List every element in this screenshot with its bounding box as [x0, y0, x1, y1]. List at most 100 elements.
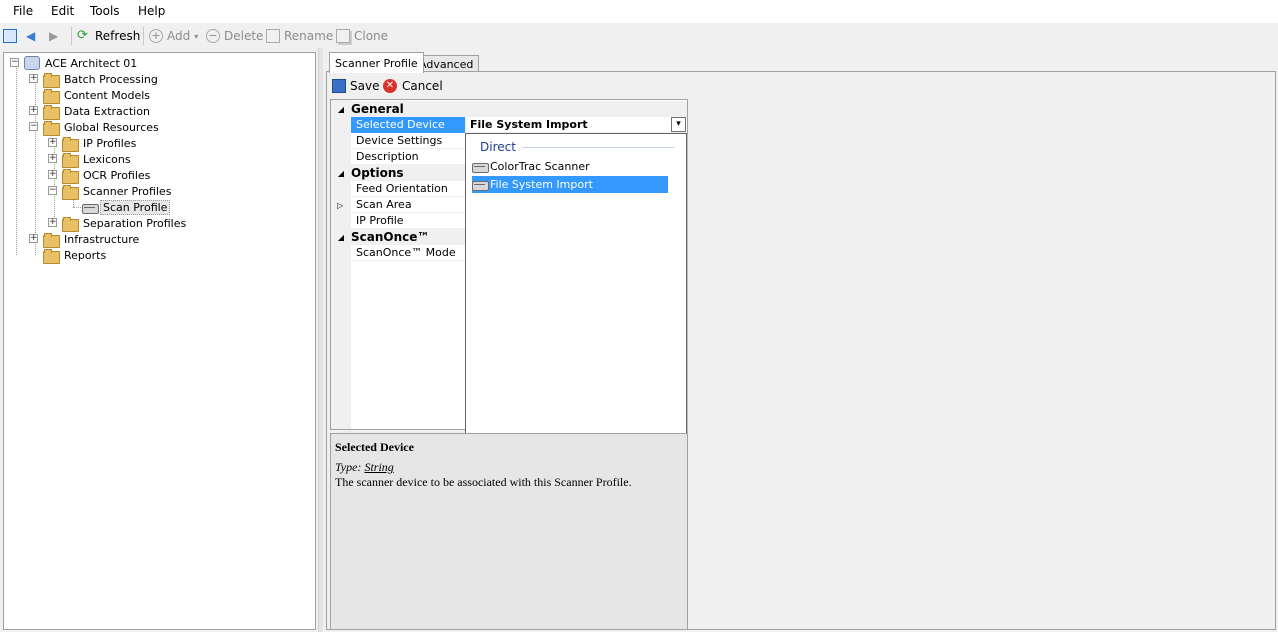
tree-label: Separation Profiles — [83, 216, 187, 230]
category-label: ScanOnce™ — [351, 230, 430, 244]
property-help-panel: Selected Device Type: String The scanner… — [330, 433, 688, 630]
collapse-icon[interactable]: − — [29, 122, 38, 131]
tree-label: ACE Architect 01 — [45, 56, 138, 70]
expand-icon[interactable]: + — [29, 234, 38, 243]
scanner-icon — [472, 161, 489, 173]
tree-node-scanner-profiles[interactable]: − Scanner Profiles — [44, 183, 173, 200]
tree-node-root[interactable]: − ACE Architect 01 — [6, 55, 139, 71]
category-general[interactable]: ◢ General — [331, 101, 687, 117]
rename-label: Rename — [284, 29, 334, 43]
tree-label: Reports — [64, 248, 107, 262]
add-label: Add — [167, 29, 191, 43]
expand-triangle-icon[interactable]: ▷ — [337, 201, 343, 210]
property-value[interactable]: File System Import — [465, 116, 687, 133]
forward-button[interactable]: ▶ — [49, 27, 58, 45]
toolbar-separator — [143, 27, 144, 45]
add-button[interactable]: + Add ▾ — [149, 27, 198, 45]
dropdown-group-header: Direct — [480, 140, 516, 154]
group-divider — [522, 147, 674, 148]
folder-icon — [62, 216, 79, 232]
tree-node-ocr-profiles[interactable]: + OCR Profiles — [44, 167, 152, 184]
tree-node-scan-profile[interactable]: Scan Profile — [82, 199, 171, 215]
tab-scanner-profile[interactable]: Scanner Profile — [329, 52, 424, 73]
tab-label: Scanner Profile — [335, 56, 418, 70]
back-button[interactable]: ◀ — [26, 27, 35, 45]
expand-icon[interactable]: + — [29, 106, 38, 115]
toolbar: ◀ ▶ ⟳ Refresh + Add ▾ − Delete Rename Cl… — [0, 23, 1278, 48]
collapse-triangle-icon[interactable]: ◢ — [331, 233, 351, 242]
tree-label: Batch Processing — [64, 72, 158, 86]
back-arrow-icon: ◀ — [26, 29, 36, 43]
device-dropdown-list[interactable]: Direct ColorTrac Scanner File System Imp… — [465, 133, 687, 435]
save-label: Save — [350, 79, 380, 93]
property-name: Selected Device — [351, 116, 465, 133]
device-dropdown-button[interactable]: ▾ — [671, 117, 686, 132]
tree-node-batch-processing[interactable]: + Batch Processing — [25, 71, 160, 88]
tree-label: IP Profiles — [83, 136, 137, 150]
folder-icon — [43, 104, 60, 120]
tree-node-ip-profiles[interactable]: + IP Profiles — [44, 135, 138, 152]
expand-icon[interactable]: + — [29, 74, 38, 83]
delete-icon: − — [206, 29, 220, 43]
open-folder-icon — [43, 120, 60, 136]
scanner-icon — [472, 179, 489, 191]
property-selected-device[interactable]: Selected Device File System Import — [351, 116, 687, 133]
help-text: The scanner device to be associated with… — [335, 475, 632, 489]
rename-button[interactable]: Rename — [266, 27, 333, 45]
help-type-value[interactable]: String — [364, 460, 393, 474]
database-icon — [24, 56, 40, 70]
clone-label: Clone — [354, 29, 389, 43]
tree-label: OCR Profiles — [83, 168, 151, 182]
tree-node-separation-profiles[interactable]: + Separation Profiles — [44, 215, 188, 232]
folder-icon — [62, 168, 79, 184]
property-name: IP Profile — [356, 213, 404, 227]
tree-node-reports[interactable]: Reports — [25, 247, 108, 264]
panel-splitter[interactable] — [318, 48, 323, 632]
tree-toggle-icon — [3, 29, 17, 43]
tree-node-content-models[interactable]: Content Models — [25, 87, 152, 104]
folder-icon — [43, 88, 60, 104]
menu-tools[interactable]: Tools — [90, 4, 120, 18]
menu-bar: File Edit Tools Help — [0, 0, 1278, 23]
refresh-button[interactable]: ⟳ Refresh — [77, 27, 140, 45]
collapse-triangle-icon[interactable]: ◢ — [331, 105, 351, 114]
help-type: Type: String — [335, 460, 683, 475]
property-name: Scan Area — [356, 197, 412, 211]
expand-icon[interactable]: + — [48, 218, 57, 227]
menu-file[interactable]: File — [13, 4, 33, 18]
cancel-button[interactable]: ✕ Cancel — [383, 78, 443, 94]
tree-node-infrastructure[interactable]: + Infrastructure — [25, 231, 141, 248]
dropdown-item-file-system-import[interactable]: File System Import — [472, 176, 668, 193]
tab-label: Advanced — [419, 57, 474, 71]
tree-node-lexicons[interactable]: + Lexicons — [44, 151, 133, 168]
menu-edit[interactable]: Edit — [51, 4, 74, 18]
save-button[interactable]: Save — [332, 78, 379, 94]
dropdown-item-colortrac[interactable]: ColorTrac Scanner — [472, 158, 668, 175]
folder-icon — [43, 72, 60, 88]
folder-icon — [62, 136, 79, 152]
menu-help[interactable]: Help — [138, 4, 165, 18]
navigation-tree[interactable]: − ACE Architect 01 + Batch Processing Co… — [3, 52, 316, 630]
collapse-triangle-icon[interactable]: ◢ — [331, 169, 351, 178]
refresh-label: Refresh — [95, 29, 141, 43]
expand-icon[interactable]: + — [48, 154, 57, 163]
tree-label: Global Resources — [64, 120, 159, 134]
tree-label: Content Models — [64, 88, 151, 102]
folder-icon — [62, 152, 79, 168]
collapse-icon[interactable]: − — [48, 186, 57, 195]
add-icon: + — [149, 29, 163, 43]
delete-button[interactable]: − Delete — [206, 27, 263, 45]
toolbar-separator — [71, 27, 72, 45]
expand-icon[interactable]: + — [48, 170, 57, 179]
scanner-icon — [82, 202, 99, 214]
tree-toggle-button[interactable] — [3, 27, 21, 45]
expand-icon[interactable]: + — [48, 138, 57, 147]
help-title: Selected Device — [335, 440, 414, 454]
tree-label: Data Extraction — [64, 104, 150, 118]
clone-button[interactable]: Clone — [336, 27, 388, 45]
tree-node-data-extraction[interactable]: + Data Extraction — [25, 103, 152, 120]
tree-label: Scan Profile — [100, 199, 171, 215]
open-folder-icon — [62, 184, 79, 200]
tree-node-global-resources[interactable]: − Global Resources — [25, 119, 161, 136]
collapse-icon[interactable]: − — [10, 58, 19, 67]
